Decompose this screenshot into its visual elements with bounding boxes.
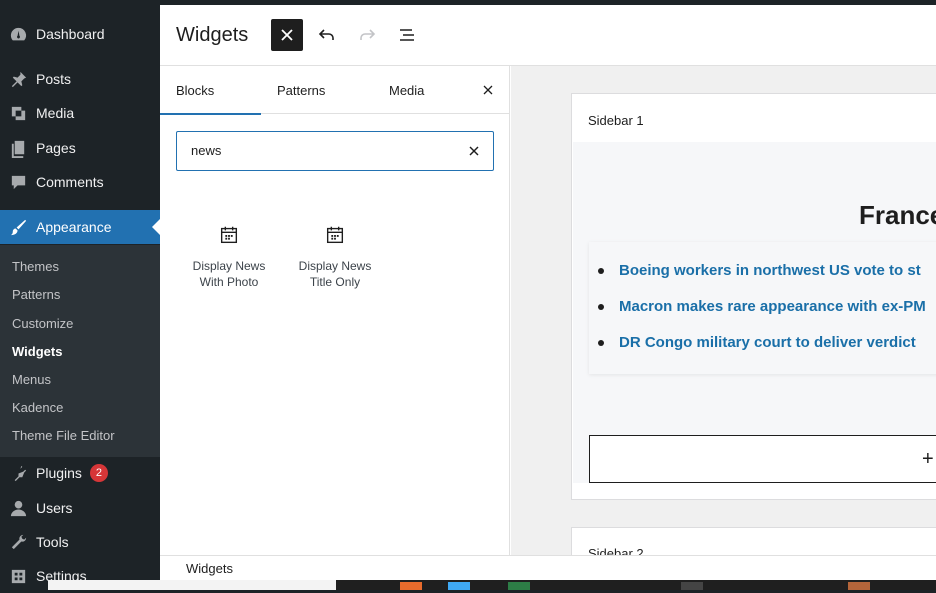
close-icon xyxy=(483,85,493,95)
menu-item-comments[interactable]: Comments xyxy=(0,165,160,199)
close-panel-button[interactable] xyxy=(478,80,498,100)
menu-label: Users xyxy=(36,500,73,516)
comment-icon xyxy=(0,173,36,192)
editor-footer: Widgets xyxy=(160,555,936,580)
os-taskbar xyxy=(48,580,936,590)
menu-label: Pages xyxy=(36,140,76,156)
tab-label: Patterns xyxy=(277,82,326,98)
widget-area-content: France Boeing workers in northwest US vo… xyxy=(573,142,936,483)
block-result-label: Display News With Photo xyxy=(192,259,266,289)
tab-patterns[interactable]: Patterns xyxy=(277,66,325,114)
widget-area-title[interactable]: Sidebar 1 xyxy=(588,113,644,128)
menu-item-users[interactable]: Users xyxy=(0,491,160,525)
menu-item-posts[interactable]: Posts xyxy=(0,62,160,96)
tab-media[interactable]: Media xyxy=(389,66,424,114)
news-link[interactable]: Macron makes rare appearance with ex-PM xyxy=(598,298,926,315)
editor-header: Widgets xyxy=(160,5,936,66)
menu-label: Appearance xyxy=(36,219,112,235)
pages-icon xyxy=(0,139,36,158)
widgets-editor: Widgets Blocks Patterns Media news Displ… xyxy=(160,5,936,555)
clear-search-button[interactable] xyxy=(465,142,483,160)
submenu-item-themes[interactable]: Themes xyxy=(12,259,59,274)
tab-label: Media xyxy=(389,82,425,98)
search-field[interactable] xyxy=(176,131,494,171)
block-result-display-news-title-only[interactable]: Display News Title Only xyxy=(287,224,383,290)
block-result-label: Display News Title Only xyxy=(298,259,372,289)
list-view-button[interactable] xyxy=(391,19,423,51)
undo-button[interactable] xyxy=(311,19,343,51)
widget-area-sidebar-2[interactable]: Sidebar 2 xyxy=(571,527,936,555)
calendar-icon xyxy=(220,226,238,244)
submenu-item-patterns[interactable]: Patterns xyxy=(12,287,60,302)
news-link[interactable]: DR Congo military court to deliver verdi… xyxy=(598,334,916,351)
brush-icon xyxy=(0,218,36,237)
active-arrow xyxy=(152,219,160,235)
page-title: Widgets xyxy=(176,24,249,46)
taskbar-search-area[interactable] xyxy=(48,580,336,590)
inserter-tabs: Blocks Patterns Media xyxy=(160,66,510,115)
undo-icon xyxy=(318,29,334,40)
taskbar-app-icon[interactable] xyxy=(508,582,530,590)
submenu-item-menus[interactable]: Menus xyxy=(12,372,51,387)
close-inserter-button[interactable] xyxy=(271,19,303,51)
taskbar-app-icon[interactable] xyxy=(448,582,470,590)
submenu-item-customize[interactable]: Customize xyxy=(12,316,73,331)
menu-label: Plugins xyxy=(36,465,82,481)
calendar-icon xyxy=(326,226,344,244)
tab-blocks[interactable]: Blocks xyxy=(160,66,261,115)
widget-area-title[interactable]: Sidebar 2 xyxy=(588,546,644,555)
redo-button[interactable] xyxy=(351,19,383,51)
plugin-icon xyxy=(0,464,36,483)
search-input[interactable] xyxy=(191,143,451,158)
menu-item-plugins[interactable]: Plugins 2 xyxy=(0,456,160,490)
settings-icon xyxy=(0,567,36,586)
submenu-item-widgets[interactable]: Widgets xyxy=(12,344,62,359)
taskbar-app-icon[interactable] xyxy=(681,582,703,590)
close-icon xyxy=(281,29,293,41)
media-icon xyxy=(0,104,36,123)
plugins-update-badge: 2 xyxy=(89,464,108,482)
menu-label: Comments xyxy=(36,174,104,190)
add-block-button[interactable]: + xyxy=(589,435,936,483)
appearance-submenu: Themes Patterns Customize Widgets Menus … xyxy=(0,245,160,457)
breadcrumb[interactable]: Widgets xyxy=(186,561,233,576)
block-result-display-news-with-photo[interactable]: Display News With Photo xyxy=(181,224,277,290)
list-view-icon xyxy=(400,29,414,41)
menu-label: Posts xyxy=(36,71,72,87)
menu-item-dashboard[interactable]: Dashboard xyxy=(0,17,160,51)
admin-menu: Dashboard Posts Media Pages Comments App… xyxy=(0,5,160,590)
menu-label: Media xyxy=(36,105,75,121)
tab-label: Blocks xyxy=(176,82,215,98)
wrench-icon xyxy=(0,533,36,552)
taskbar-app-icon[interactable] xyxy=(848,582,870,590)
submenu-item-kadence[interactable]: Kadence xyxy=(12,400,63,415)
user-icon xyxy=(0,499,36,518)
menu-item-tools[interactable]: Tools xyxy=(0,525,160,559)
pin-icon xyxy=(0,70,36,89)
menu-label: Tools xyxy=(36,534,69,550)
news-feed-block[interactable]: Boeing workers in northwest US vote to s… xyxy=(589,242,936,374)
menu-label: Dashboard xyxy=(36,26,105,42)
feed-heading: France xyxy=(859,200,936,230)
news-link[interactable]: Boeing workers in northwest US vote to s… xyxy=(598,262,921,279)
taskbar-app-icon[interactable] xyxy=(400,582,422,590)
widget-area-sidebar-1[interactable]: Sidebar 1 France Boeing workers in north… xyxy=(571,93,936,500)
dashboard-icon xyxy=(0,25,36,44)
menu-item-appearance[interactable]: Appearance xyxy=(0,210,160,244)
block-inserter: Blocks Patterns Media Display NewsWith P… xyxy=(160,66,510,555)
menu-item-pages[interactable]: Pages xyxy=(0,131,160,165)
menu-item-media[interactable]: Media xyxy=(0,96,160,130)
submenu-item-theme-file-editor[interactable]: Theme File Editor xyxy=(12,428,115,443)
close-icon xyxy=(469,146,479,156)
widget-canvas: Sidebar 1 France Boeing workers in north… xyxy=(511,66,936,555)
plus-icon: + xyxy=(922,448,934,470)
redo-icon xyxy=(360,29,376,40)
